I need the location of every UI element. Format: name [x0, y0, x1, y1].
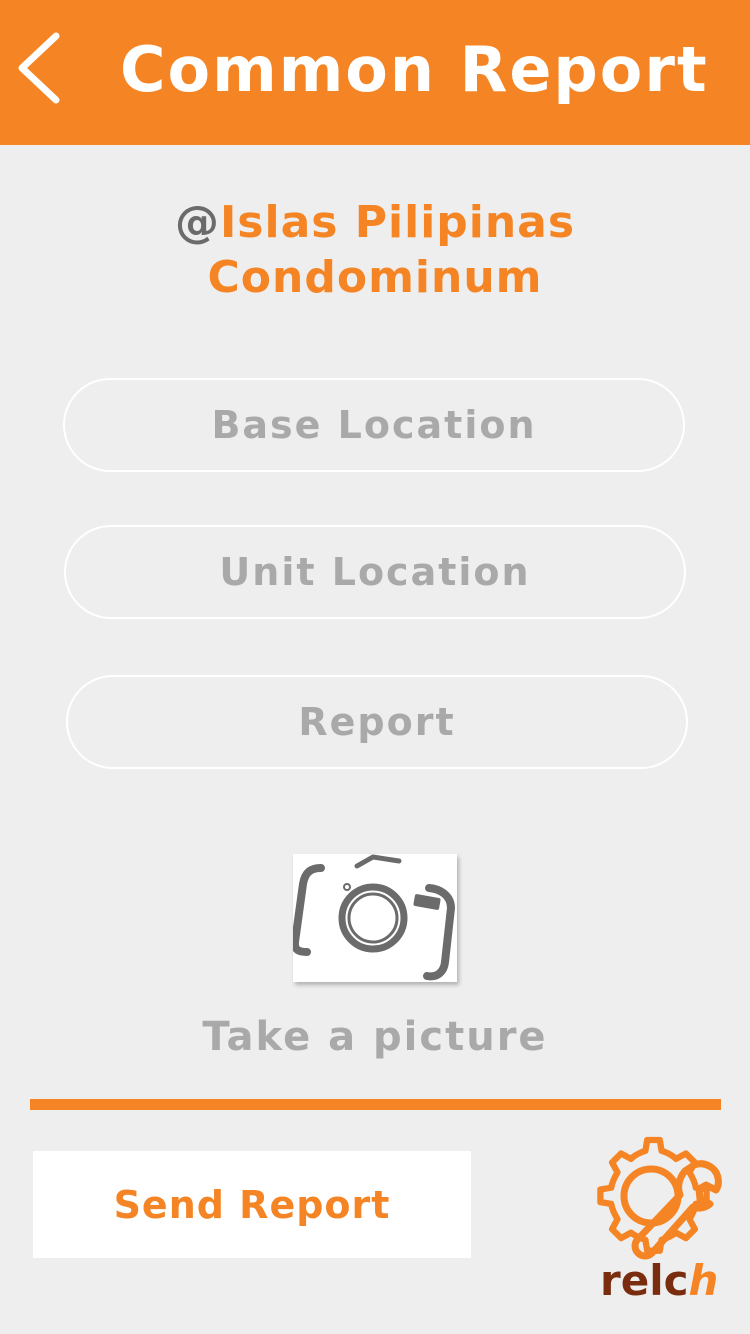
take-picture-label[interactable]: Take a picture	[0, 1010, 750, 1064]
property-line-1: @Islas Pilipinas	[0, 195, 750, 250]
common-report-screen: Common Report @Islas Pilipinas Condominu…	[0, 0, 750, 1334]
camera-icon	[293, 854, 455, 981]
back-button[interactable]	[10, 30, 70, 110]
chevron-left-icon	[18, 32, 60, 104]
send-report-button[interactable]: Send Report	[33, 1151, 471, 1258]
unit-location-label: Unit Location	[219, 550, 531, 594]
property-name-line2: Condominum	[207, 252, 543, 303]
report-field[interactable]: Report	[66, 675, 688, 769]
relch-logo-text: relch	[600, 1256, 730, 1306]
logo-word-part2: h	[688, 1256, 719, 1305]
base-location-label: Base Location	[211, 403, 537, 447]
base-location-field[interactable]: Base Location	[63, 378, 685, 472]
property-name-line1: Islas Pilipinas	[219, 197, 576, 248]
take-picture-button[interactable]	[293, 854, 457, 982]
orange-divider	[30, 1099, 721, 1110]
report-label: Report	[298, 700, 456, 744]
property-heading: @Islas Pilipinas Condominum	[0, 195, 750, 305]
at-symbol: @	[174, 197, 220, 248]
page-title: Common Report	[120, 33, 709, 106]
unit-location-field[interactable]: Unit Location	[64, 525, 686, 619]
logo-word-part1: relc	[600, 1256, 689, 1305]
app-header: Common Report	[0, 0, 750, 145]
